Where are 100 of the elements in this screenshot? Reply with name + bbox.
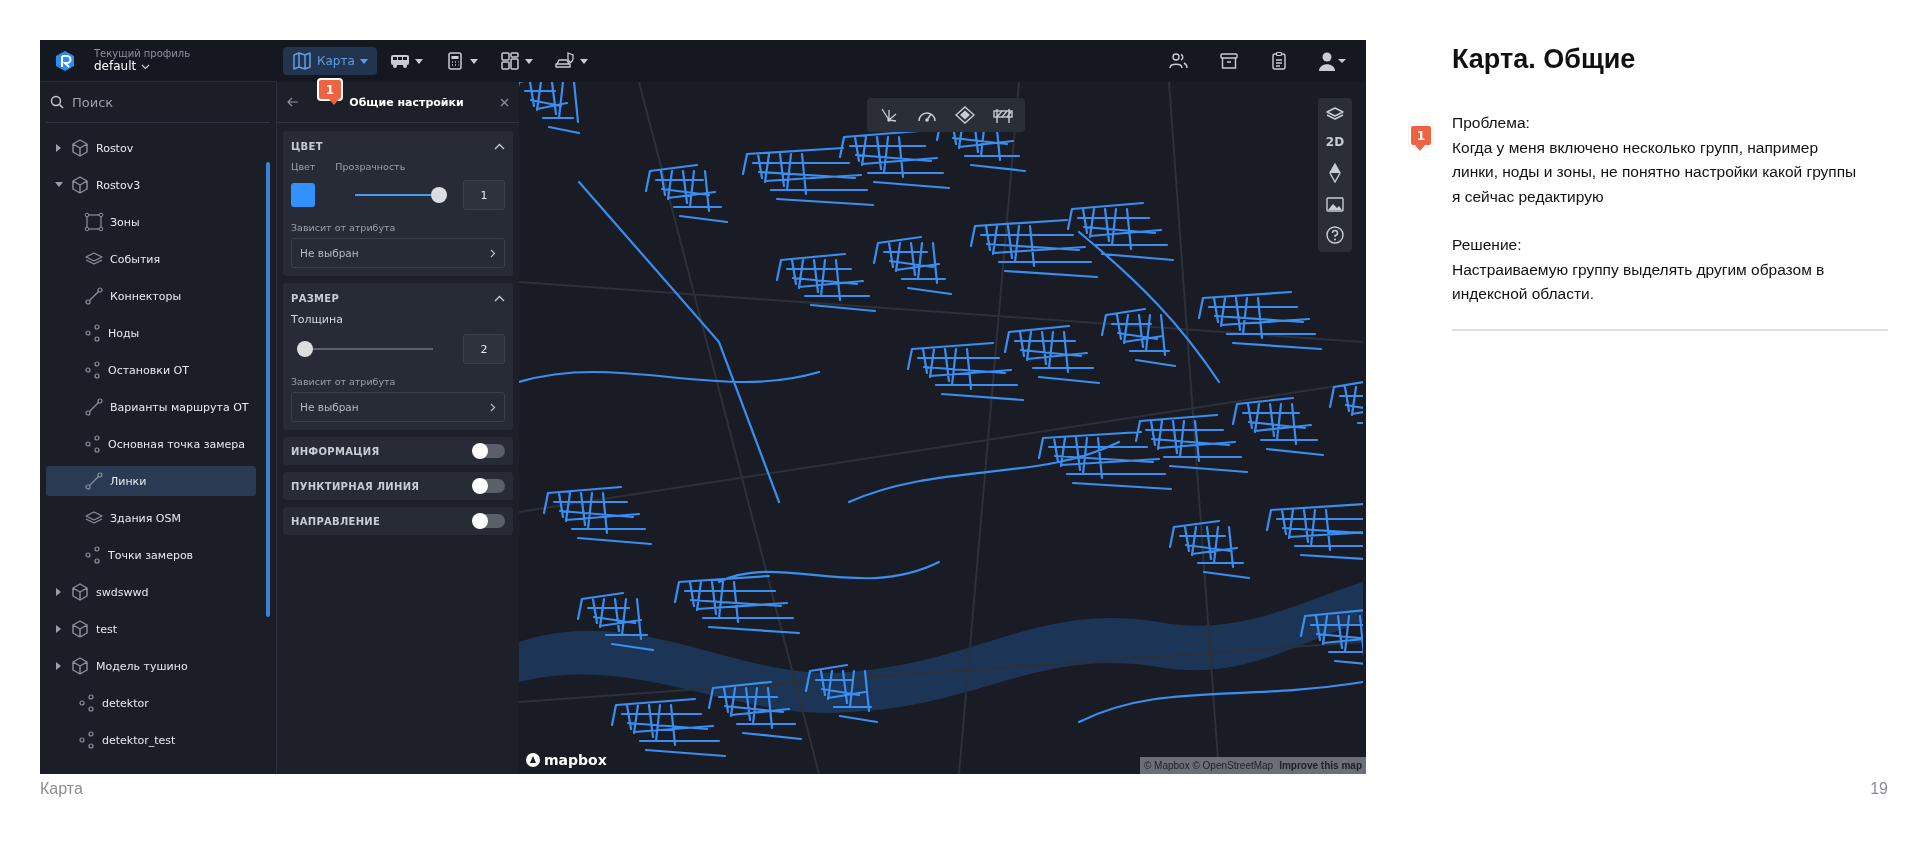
- logo-icon: [54, 49, 76, 72]
- view-mode-toggle[interactable]: 2D: [1325, 135, 1345, 149]
- dots-icon: [84, 545, 102, 565]
- caret-down-icon: [414, 58, 423, 64]
- toggle-label: ИНФОРМАЦИЯ: [291, 445, 380, 457]
- caret-down-icon: [524, 58, 533, 64]
- dots-icon: [78, 693, 96, 713]
- search-field[interactable]: Поиск: [70, 93, 244, 111]
- tree-item[interactable]: Варианты маршрута ОТ: [46, 392, 256, 422]
- thickness-slider[interactable]: [297, 341, 433, 357]
- chevron-down-icon: [141, 62, 151, 70]
- line-icon: [84, 286, 104, 306]
- layers-icon[interactable]: [1326, 106, 1344, 121]
- caret-down-icon: [579, 58, 588, 64]
- map-tab[interactable]: Карта: [283, 47, 377, 75]
- cube-icon: [70, 175, 90, 195]
- car-icon: [554, 51, 575, 71]
- solution-label: Решение:: [1452, 235, 1523, 255]
- caret-right-icon: [55, 144, 63, 152]
- cube-icon: [70, 656, 90, 676]
- attribute-label: Зависит от атрибута: [291, 376, 397, 387]
- tree-item[interactable]: Остановки ОТ: [46, 355, 256, 385]
- mapbox-logo-icon: [525, 752, 541, 768]
- toggle-switch[interactable]: [473, 514, 505, 528]
- close-icon[interactable]: [500, 97, 509, 107]
- tree-item[interactable]: Коннекторы: [46, 281, 256, 311]
- tree-item[interactable]: Здания OSM: [46, 503, 256, 533]
- barrier-icon[interactable]: [993, 106, 1013, 124]
- archive-icon[interactable]: [1219, 51, 1239, 71]
- tree-item[interactable]: Точки замеров: [46, 540, 256, 570]
- caret-right-icon: [55, 588, 63, 596]
- chevron-right-icon: [490, 402, 496, 412]
- attribution-text: © Mapbox © OpenStreetMap: [1143, 760, 1274, 771]
- tree-item[interactable]: Модель тушино: [46, 651, 256, 681]
- problem-label: Проблема:: [1452, 113, 1531, 133]
- thickness-label: Толщина: [291, 313, 344, 326]
- clipboard-icon[interactable]: [1269, 51, 1289, 71]
- color-swatch[interactable]: [291, 183, 315, 207]
- cube-icon: [70, 619, 90, 639]
- user-avatar-icon[interactable]: [1319, 51, 1347, 71]
- cube-icon: [70, 138, 90, 158]
- profile-label: Текущий профиль: [94, 48, 191, 59]
- attribute-select[interactable]: Не выбран: [291, 238, 505, 268]
- page-number: 19: [1870, 780, 1888, 798]
- tree-item[interactable]: События: [46, 244, 256, 274]
- compass-icon[interactable]: [1328, 163, 1342, 183]
- panel-title: Общие настройки: [349, 95, 464, 109]
- slide-title: Карта. Общие: [1452, 44, 1637, 75]
- tree-item[interactable]: Основная точка замера: [46, 429, 256, 459]
- section-title: ЦВЕТ: [291, 141, 323, 152]
- scrollbar[interactable]: [266, 162, 270, 617]
- dots-icon: [84, 323, 102, 343]
- caret-down-icon: [55, 181, 63, 189]
- caret-down-icon: [359, 58, 368, 64]
- fork-icon[interactable]: [879, 106, 899, 124]
- line-icon: [84, 471, 104, 491]
- image-icon[interactable]: [1326, 197, 1344, 212]
- slider-thumb[interactable]: [431, 187, 447, 203]
- toggle-switch[interactable]: [473, 444, 505, 458]
- opacity-input[interactable]: 1: [463, 180, 505, 210]
- dots-icon: [78, 730, 96, 750]
- square-icon: [84, 212, 104, 232]
- tree-item[interactable]: Ноды: [46, 318, 256, 348]
- profile-dropdown[interactable]: default: [94, 59, 191, 73]
- problem-text: Когда у меня включено несколько групп, например линки, ноды и зоны, не понятно настройки какой группы я сейчас редактирую: [1452, 137, 1858, 207]
- map-icon: [292, 51, 312, 71]
- search-icon: [50, 95, 64, 109]
- tree-item[interactable]: swdswwd: [46, 577, 256, 607]
- attribute-select[interactable]: Не выбран: [291, 392, 505, 422]
- color-label: Цвет: [291, 161, 316, 172]
- caret-down-icon: [469, 58, 478, 64]
- tree-item[interactable]: detektor_test: [46, 725, 256, 755]
- toggle-label: НАПРАВЛЕНИЕ: [291, 515, 381, 527]
- thickness-input[interactable]: 2: [463, 334, 505, 364]
- slider-thumb[interactable]: [297, 341, 313, 357]
- opacity-label: Прозрачность: [335, 161, 406, 172]
- footer-section-label: Карта: [40, 780, 83, 798]
- solution-text: Настраиваемую группу выделять другим образом в индексной области.: [1452, 259, 1826, 304]
- back-arrow-icon: [287, 97, 299, 107]
- help-icon[interactable]: [1326, 226, 1344, 244]
- toggle-label: ПУНКТИРНАЯ ЛИНИЯ: [291, 480, 420, 492]
- cube-icon: [70, 582, 90, 602]
- users-icon[interactable]: [1169, 51, 1189, 71]
- tree-item[interactable]: Rostov3: [46, 170, 256, 200]
- mapbox-logo-text: mapbox: [544, 752, 607, 768]
- chevron-up-icon[interactable]: [494, 295, 505, 302]
- tree-item[interactable]: Зоны: [46, 207, 256, 237]
- opacity-slider[interactable]: [355, 187, 447, 203]
- tree-item[interactable]: Rostov: [46, 133, 256, 163]
- tree-item[interactable]: Линки: [46, 466, 256, 496]
- caret-right-icon: [55, 625, 63, 633]
- toggle-switch[interactable]: [473, 479, 505, 493]
- tree-item[interactable]: detektor: [46, 688, 256, 718]
- dots-icon: [84, 434, 102, 454]
- diamond-sign-icon[interactable]: [955, 106, 975, 124]
- caret-right-icon: [55, 662, 63, 670]
- line-icon: [84, 397, 104, 417]
- section-title: РАЗМЕР: [291, 293, 340, 304]
- chevron-up-icon[interactable]: [494, 143, 505, 150]
- tree-item[interactable]: test: [46, 614, 256, 644]
